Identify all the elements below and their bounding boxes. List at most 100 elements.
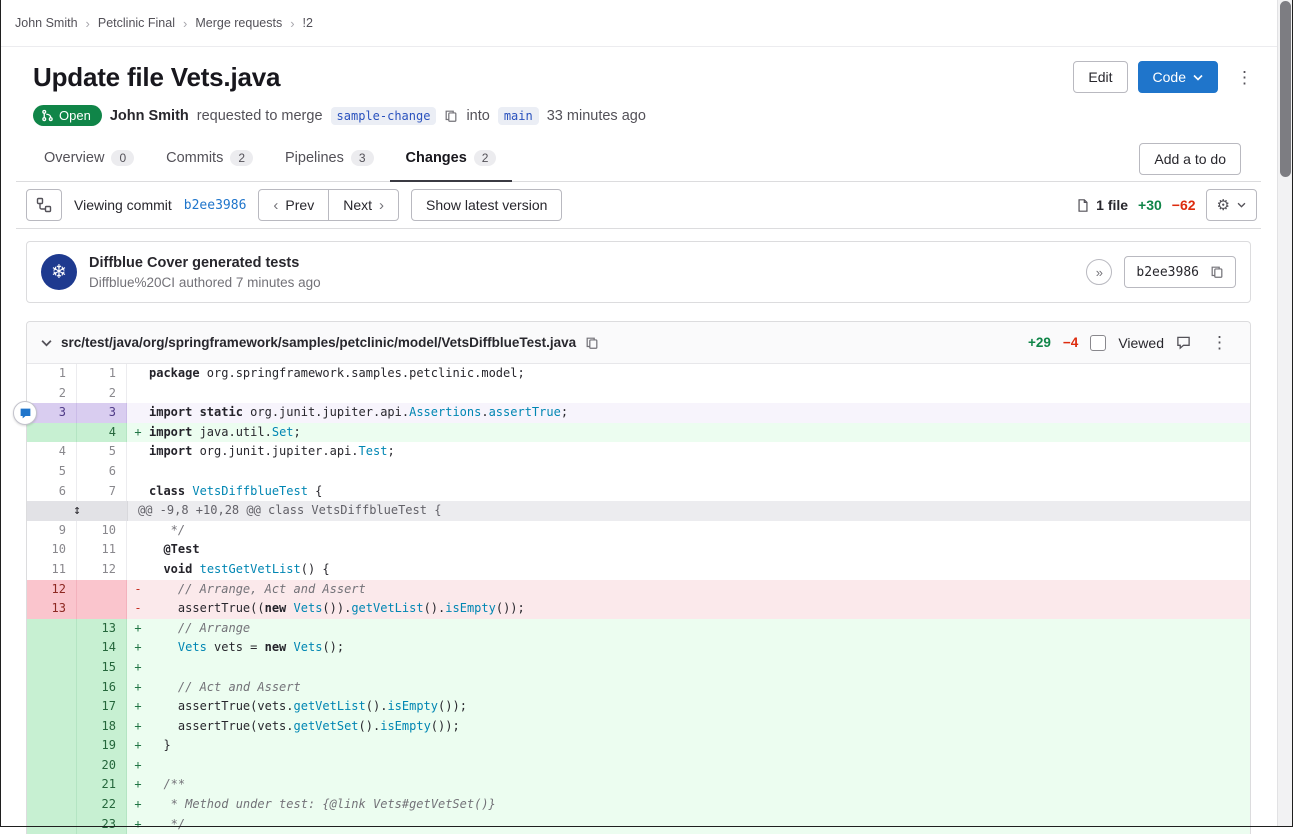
old-line-number[interactable] xyxy=(27,756,77,776)
new-line-number[interactable]: 22 xyxy=(77,795,127,815)
diff-sign: + xyxy=(127,736,149,756)
expand-lines-button[interactable]: ↕ xyxy=(27,501,128,521)
commit-info-box: ❄ Diffblue Cover generated tests Diffblu… xyxy=(26,241,1251,303)
target-branch-ref[interactable]: main xyxy=(498,107,539,125)
commit-title[interactable]: Diffblue Cover generated tests xyxy=(89,255,321,271)
diff-sign xyxy=(127,384,149,404)
copy-sha-icon[interactable] xyxy=(1210,265,1224,279)
new-line-number[interactable]: 6 xyxy=(77,462,127,482)
mr-options-kebab-button[interactable]: ⋮ xyxy=(1228,67,1261,88)
viewed-checkbox[interactable] xyxy=(1090,335,1106,351)
old-line-number[interactable]: 4 xyxy=(27,442,77,462)
copy-file-path-icon[interactable] xyxy=(585,336,599,350)
tab-pipelines[interactable]: Pipelines 3 xyxy=(269,136,390,182)
old-line-number[interactable]: 5 xyxy=(27,462,77,482)
new-line-number[interactable]: 18 xyxy=(77,717,127,737)
commit-time-ago: 7 minutes ago xyxy=(236,275,321,290)
new-line-number[interactable]: 19 xyxy=(77,736,127,756)
file-path[interactable]: src/test/java/org/springframework/sample… xyxy=(61,335,576,350)
new-line-number[interactable]: 2 xyxy=(77,384,127,404)
new-line-number[interactable]: 20 xyxy=(77,756,127,776)
code-line: void testGetVetList() { xyxy=(127,560,1250,580)
old-line-number[interactable]: 10 xyxy=(27,540,77,560)
old-line-number[interactable]: 9 xyxy=(27,521,77,541)
old-line-number[interactable] xyxy=(27,638,77,658)
add-todo-button[interactable]: Add a to do xyxy=(1139,143,1241,175)
old-line-number[interactable]: 13 xyxy=(27,599,77,619)
commit-sha-box[interactable]: b2ee3986 xyxy=(1124,256,1236,288)
page-title: Update file Vets.java xyxy=(33,62,1073,93)
edit-button[interactable]: Edit xyxy=(1073,61,1127,93)
old-line-number[interactable] xyxy=(27,619,77,639)
diff-row: 18+ assertTrue(vets.getVetSet().isEmpty(… xyxy=(27,717,1250,737)
breadcrumb-item-mr-id[interactable]: !2 xyxy=(303,16,313,30)
total-additions: +30 xyxy=(1138,197,1162,213)
diff-row: 67 class VetsDiffblueTest { xyxy=(27,482,1250,502)
new-line-number[interactable]: 13 xyxy=(77,619,127,639)
old-line-number[interactable] xyxy=(27,795,77,815)
prev-commit-button[interactable]: ‹ Prev xyxy=(258,189,329,221)
old-line-number[interactable] xyxy=(27,717,77,737)
tab-changes[interactable]: Changes 2 xyxy=(390,136,513,182)
tab-overview[interactable]: Overview 0 xyxy=(28,136,150,182)
comment-indicator[interactable] xyxy=(13,401,37,425)
breadcrumb-item-user[interactable]: John Smith xyxy=(15,16,78,30)
page-scrollbar[interactable] xyxy=(1277,0,1292,827)
new-line-number[interactable]: 23 xyxy=(77,815,127,834)
new-line-number[interactable] xyxy=(77,580,127,600)
diff-hunk-row: ↕@@ -9,8 +10,28 @@ class VetsDiffblueTes… xyxy=(27,501,1250,521)
breadcrumb: John Smith › Petclinic Final › Merge req… xyxy=(0,0,1293,47)
old-line-number[interactable] xyxy=(27,736,77,756)
old-line-number[interactable]: 6 xyxy=(27,482,77,502)
viewing-commit-text: Viewing commit xyxy=(74,197,172,213)
tab-commits[interactable]: Commits 2 xyxy=(150,136,269,182)
scrollbar-thumb[interactable] xyxy=(1280,1,1291,177)
new-line-number[interactable]: 21 xyxy=(77,775,127,795)
old-line-number[interactable] xyxy=(27,423,77,443)
code-line: + /** xyxy=(127,775,1250,795)
snowflake-icon: ❄ xyxy=(51,261,67,284)
new-line-number[interactable]: 7 xyxy=(77,482,127,502)
new-line-number[interactable]: 3 xyxy=(77,403,127,423)
breadcrumb-item-merge-requests[interactable]: Merge requests xyxy=(195,16,282,30)
old-line-number[interactable]: 12 xyxy=(27,580,77,600)
show-latest-version-button[interactable]: Show latest version xyxy=(411,189,562,221)
code-dropdown-label: Code xyxy=(1153,69,1186,85)
mr-author[interactable]: John Smith xyxy=(110,108,189,124)
file-options-kebab-button[interactable]: ⋮ xyxy=(1203,332,1236,353)
old-line-number[interactable] xyxy=(27,658,77,678)
viewing-commit-sha-link[interactable]: b2ee3986 xyxy=(184,198,247,213)
old-line-number[interactable] xyxy=(27,697,77,717)
new-line-number[interactable] xyxy=(77,599,127,619)
next-commit-button[interactable]: Next › xyxy=(328,189,399,221)
new-line-number[interactable]: 12 xyxy=(77,560,127,580)
diff-sign: + xyxy=(127,658,149,678)
old-line-number[interactable] xyxy=(27,775,77,795)
breadcrumb-item-project[interactable]: Petclinic Final xyxy=(98,16,175,30)
file-icon xyxy=(1076,198,1090,213)
new-line-number[interactable]: 15 xyxy=(77,658,127,678)
file-comment-icon[interactable] xyxy=(1176,335,1191,350)
old-line-number[interactable]: 2 xyxy=(27,384,77,404)
copy-branch-icon[interactable] xyxy=(444,109,458,123)
new-line-number[interactable]: 4 xyxy=(77,423,127,443)
collapse-commit-button[interactable]: » xyxy=(1086,259,1112,285)
old-line-number[interactable] xyxy=(27,815,77,834)
file-tree-toggle-button[interactable] xyxy=(26,189,62,221)
old-line-number[interactable]: 11 xyxy=(27,560,77,580)
diff-settings-button[interactable]: ⚙ xyxy=(1206,189,1257,221)
collapse-file-chevron-icon[interactable] xyxy=(41,339,52,347)
code-dropdown-button[interactable]: Code xyxy=(1138,61,1218,93)
new-line-number[interactable]: 11 xyxy=(77,540,127,560)
code-line: + xyxy=(127,658,1250,678)
avatar: ❄ xyxy=(41,254,77,290)
old-line-number[interactable] xyxy=(27,678,77,698)
source-branch-ref[interactable]: sample-change xyxy=(331,107,437,125)
new-line-number[interactable]: 16 xyxy=(77,678,127,698)
new-line-number[interactable]: 17 xyxy=(77,697,127,717)
new-line-number[interactable]: 10 xyxy=(77,521,127,541)
new-line-number[interactable]: 14 xyxy=(77,638,127,658)
old-line-number[interactable]: 1 xyxy=(27,364,77,384)
new-line-number[interactable]: 1 xyxy=(77,364,127,384)
new-line-number[interactable]: 5 xyxy=(77,442,127,462)
